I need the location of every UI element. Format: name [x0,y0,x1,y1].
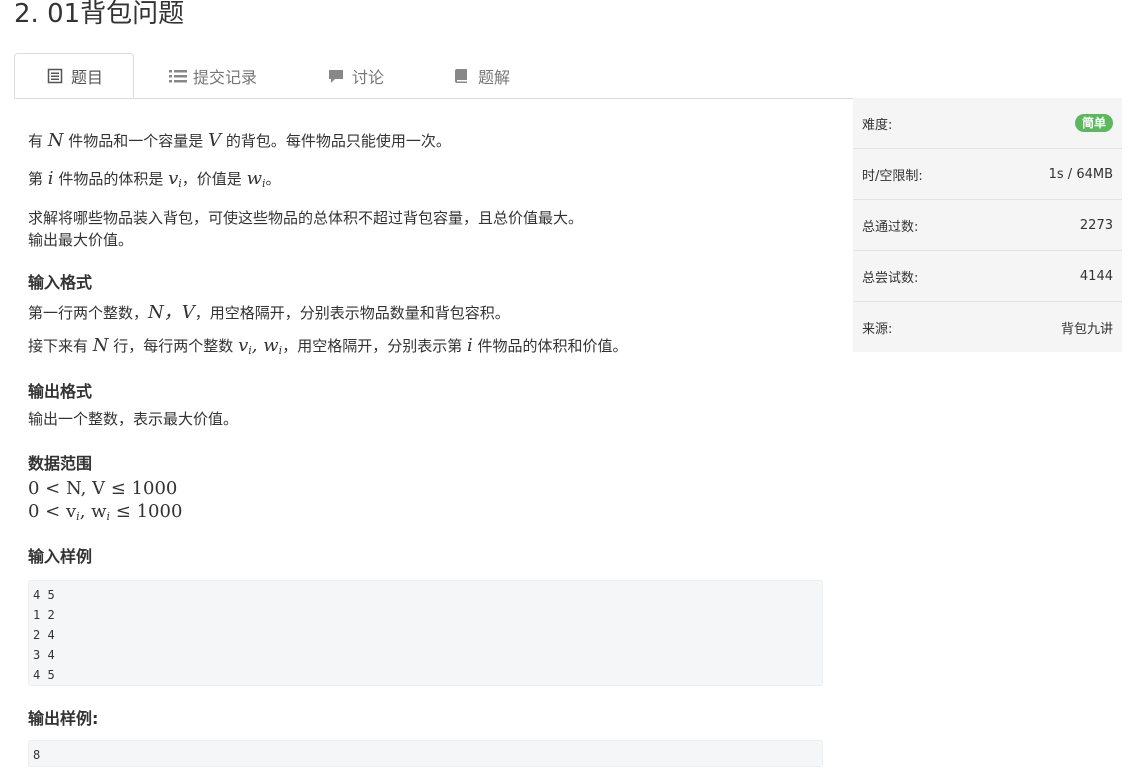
info-row-source: 来源: 背包九讲 [853,302,1122,352]
tab-problem[interactable]: 题目 [14,53,134,98]
description-line-3: 求解将哪些物品装入背包，可使这些物品的总体积不超过背包容量，且总价值最大。 [28,209,584,227]
output-format-line: 输出一个整数，表示最大价值。 [28,410,239,428]
data-range-heading: 数据范围 [28,454,93,473]
list-icon [169,68,187,84]
difficulty-badge: 简单 [1074,114,1113,132]
info-row-limits: 时/空限制: 1s / 64MB [853,149,1122,200]
info-label: 时/空限制: [862,168,923,184]
sample-input-heading: 输入样例 [28,547,93,566]
code-line: 2 4 [33,628,55,642]
code-line: 8 [33,748,41,762]
description-line-1: 有 N 件物品和一个容量是 V 的背包。每件物品只能使用一次。 [28,130,451,151]
input-format-heading: 输入格式 [28,273,93,292]
code-line: 4 5 [33,588,55,602]
info-row-accepted: 总通过数: 2273 [853,200,1122,251]
code-line: 1 2 [33,608,55,622]
info-value: 4144 [1079,268,1113,284]
info-label: 难度: [862,117,893,133]
code-line: 3 4 [33,648,55,662]
info-value: 1s / 64MB [1048,166,1113,182]
info-label: 总尝试数: [862,270,919,286]
info-label: 来源: [862,321,893,337]
tab-label: 提交记录 [193,67,258,87]
info-row-attempts: 总尝试数: 4144 [853,251,1122,302]
input-format-line-1: 第一行两个整数，N，V，用空格隔开，分别表示物品数量和背包容积。 [28,302,510,323]
page-title: 2. 01背包问题 [14,0,185,29]
data-range-line-2: 0 < vi, wi ≤ 1000 [28,501,183,523]
comment-icon [328,68,344,84]
description-line-4: 输出最大价值。 [28,231,134,249]
info-label: 总通过数: [862,219,919,235]
tab-label: 题目 [71,67,104,87]
tab-label: 题解 [478,67,511,87]
sample-input-block[interactable]: 4 5 1 2 2 4 3 4 4 5 [28,580,823,686]
data-range-line-1: 0 < N, V ≤ 1000 [28,478,178,499]
info-row-difficulty: 难度: 简单 [853,98,1122,149]
tab-label: 讨论 [352,67,385,87]
description-line-2: 第 i 件物品的体积是 vi，价值是 wi。 [28,168,281,190]
input-format-line-2: 接下来有 N 行，每行两个整数 vi, wi，用空格隔开，分别表示第 i 件物品… [28,335,628,357]
sample-output-heading: 输出样例: [28,709,99,728]
output-format-heading: 输出格式 [28,382,93,401]
tab-solutions[interactable]: 题解 [454,53,510,98]
tab-discussion[interactable]: 讨论 [328,53,384,98]
tab-submissions[interactable]: 提交记录 [169,53,257,98]
code-line: 4 5 [33,668,55,682]
list-icon [47,68,63,84]
book-icon [454,68,470,84]
sample-output-block[interactable]: 8 [28,740,823,767]
tab-bar: 题目 提交记录 讨论 题解 [14,53,1122,99]
problem-info-panel: 难度: 简单 时/空限制: 1s / 64MB 总通过数: 2273 总尝试数:… [853,98,1122,352]
info-value: 2273 [1079,217,1113,233]
info-value[interactable]: 背包九讲 [1061,318,1113,337]
